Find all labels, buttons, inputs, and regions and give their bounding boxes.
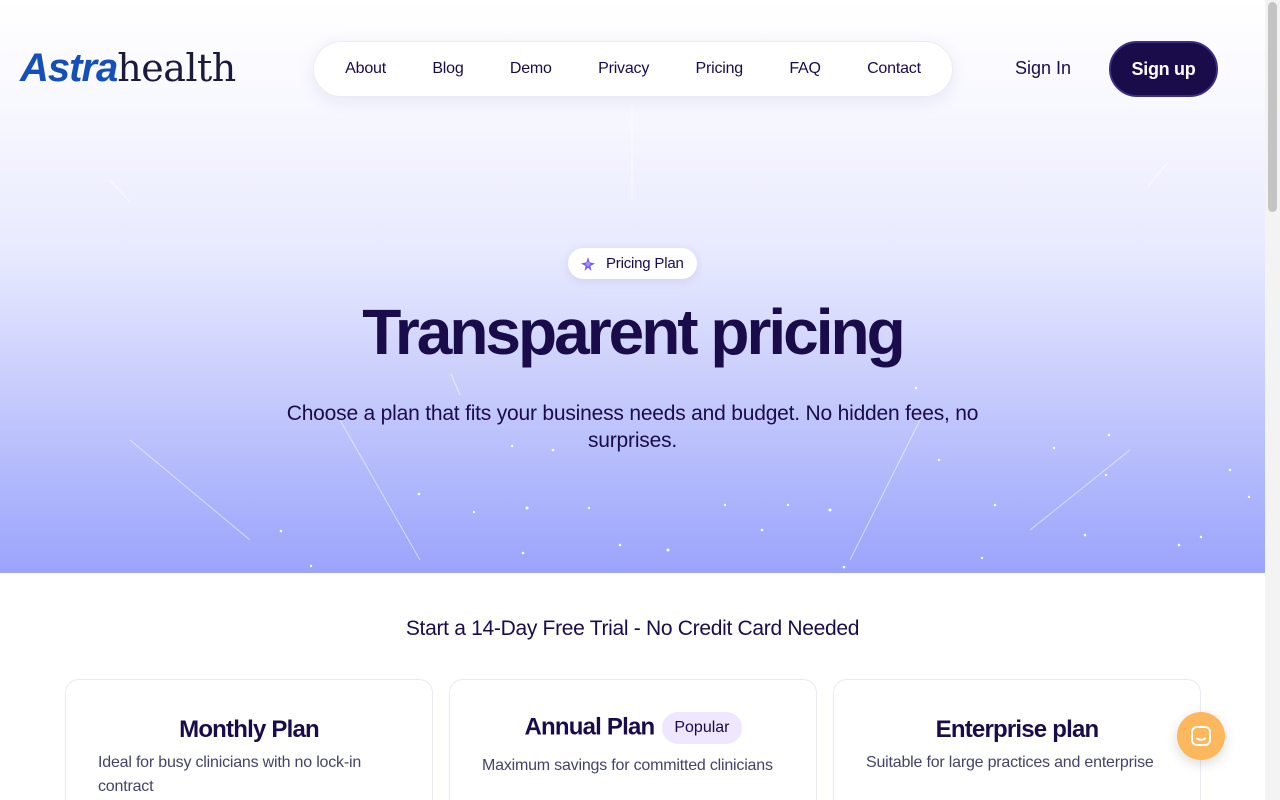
brand-logo-word: health — [117, 46, 236, 90]
sign-up-button[interactable]: Sign up — [1109, 41, 1218, 97]
plan-description: Maximum savings for committed clinicians — [482, 757, 773, 774]
page: Astra health About Blog Demo Privacy Pric… — [0, 0, 1265, 800]
plan-description: Ideal for busy clinicians with no lock-i… — [98, 754, 362, 795]
popular-badge: Popular — [662, 712, 742, 744]
page-scrollbar[interactable] — [1265, 0, 1280, 800]
brand-logo-mark: Astra — [20, 46, 118, 90]
scrollbar-thumb[interactable] — [1268, 2, 1277, 212]
nav-faq[interactable]: FAQ — [789, 60, 821, 78]
nav-demo[interactable]: Demo — [510, 60, 552, 78]
free-trial-heading: Start a 14-Day Free Trial - No Credit Ca… — [405, 617, 860, 640]
plan-title: Enterprise plan — [834, 716, 1200, 744]
plan-title-text: Annual Plan — [524, 713, 655, 741]
plan-card-enterprise: Enterprise plan Suitable for large pract… — [833, 679, 1201, 800]
nav-privacy[interactable]: Privacy — [598, 60, 649, 78]
chat-launcher-button[interactable] — [1177, 712, 1225, 760]
plan-card-annual: Annual Plan Popular Maximum savings for c… — [449, 679, 817, 800]
pricing-plan-pill: Pricing Plan — [568, 248, 697, 279]
nav-contact[interactable]: Contact — [867, 60, 921, 78]
plan-title-text: Monthly Plan — [179, 716, 320, 743]
pill-label: Pricing Plan — [606, 255, 684, 272]
nav-about[interactable]: About — [345, 60, 386, 78]
plan-title-text: Enterprise plan — [935, 716, 1100, 743]
plan-title: Annual Plan Popular — [450, 712, 816, 744]
chat-icon — [1191, 726, 1211, 746]
page-subtitle: Choose a plan that fits your business ne… — [286, 402, 979, 452]
page-title: Transparent pricing — [362, 296, 905, 368]
plan-description: Suitable for large practices and enterpr… — [866, 754, 1154, 771]
brand-logo[interactable]: Astra health — [20, 48, 236, 88]
main-nav: About Blog Demo Privacy Pricing FAQ Cont… — [313, 41, 953, 97]
plan-title: Monthly Plan — [66, 716, 432, 744]
sparkle-icon — [581, 256, 595, 271]
nav-blog[interactable]: Blog — [432, 60, 463, 78]
hero-section: Astra health About Blog Demo Privacy Pric… — [0, 0, 1265, 573]
plan-card-monthly: Monthly Plan Ideal for busy clinicians w… — [65, 679, 433, 800]
sign-in-link[interactable]: Sign In — [1015, 58, 1071, 79]
nav-pricing[interactable]: Pricing — [695, 60, 743, 78]
